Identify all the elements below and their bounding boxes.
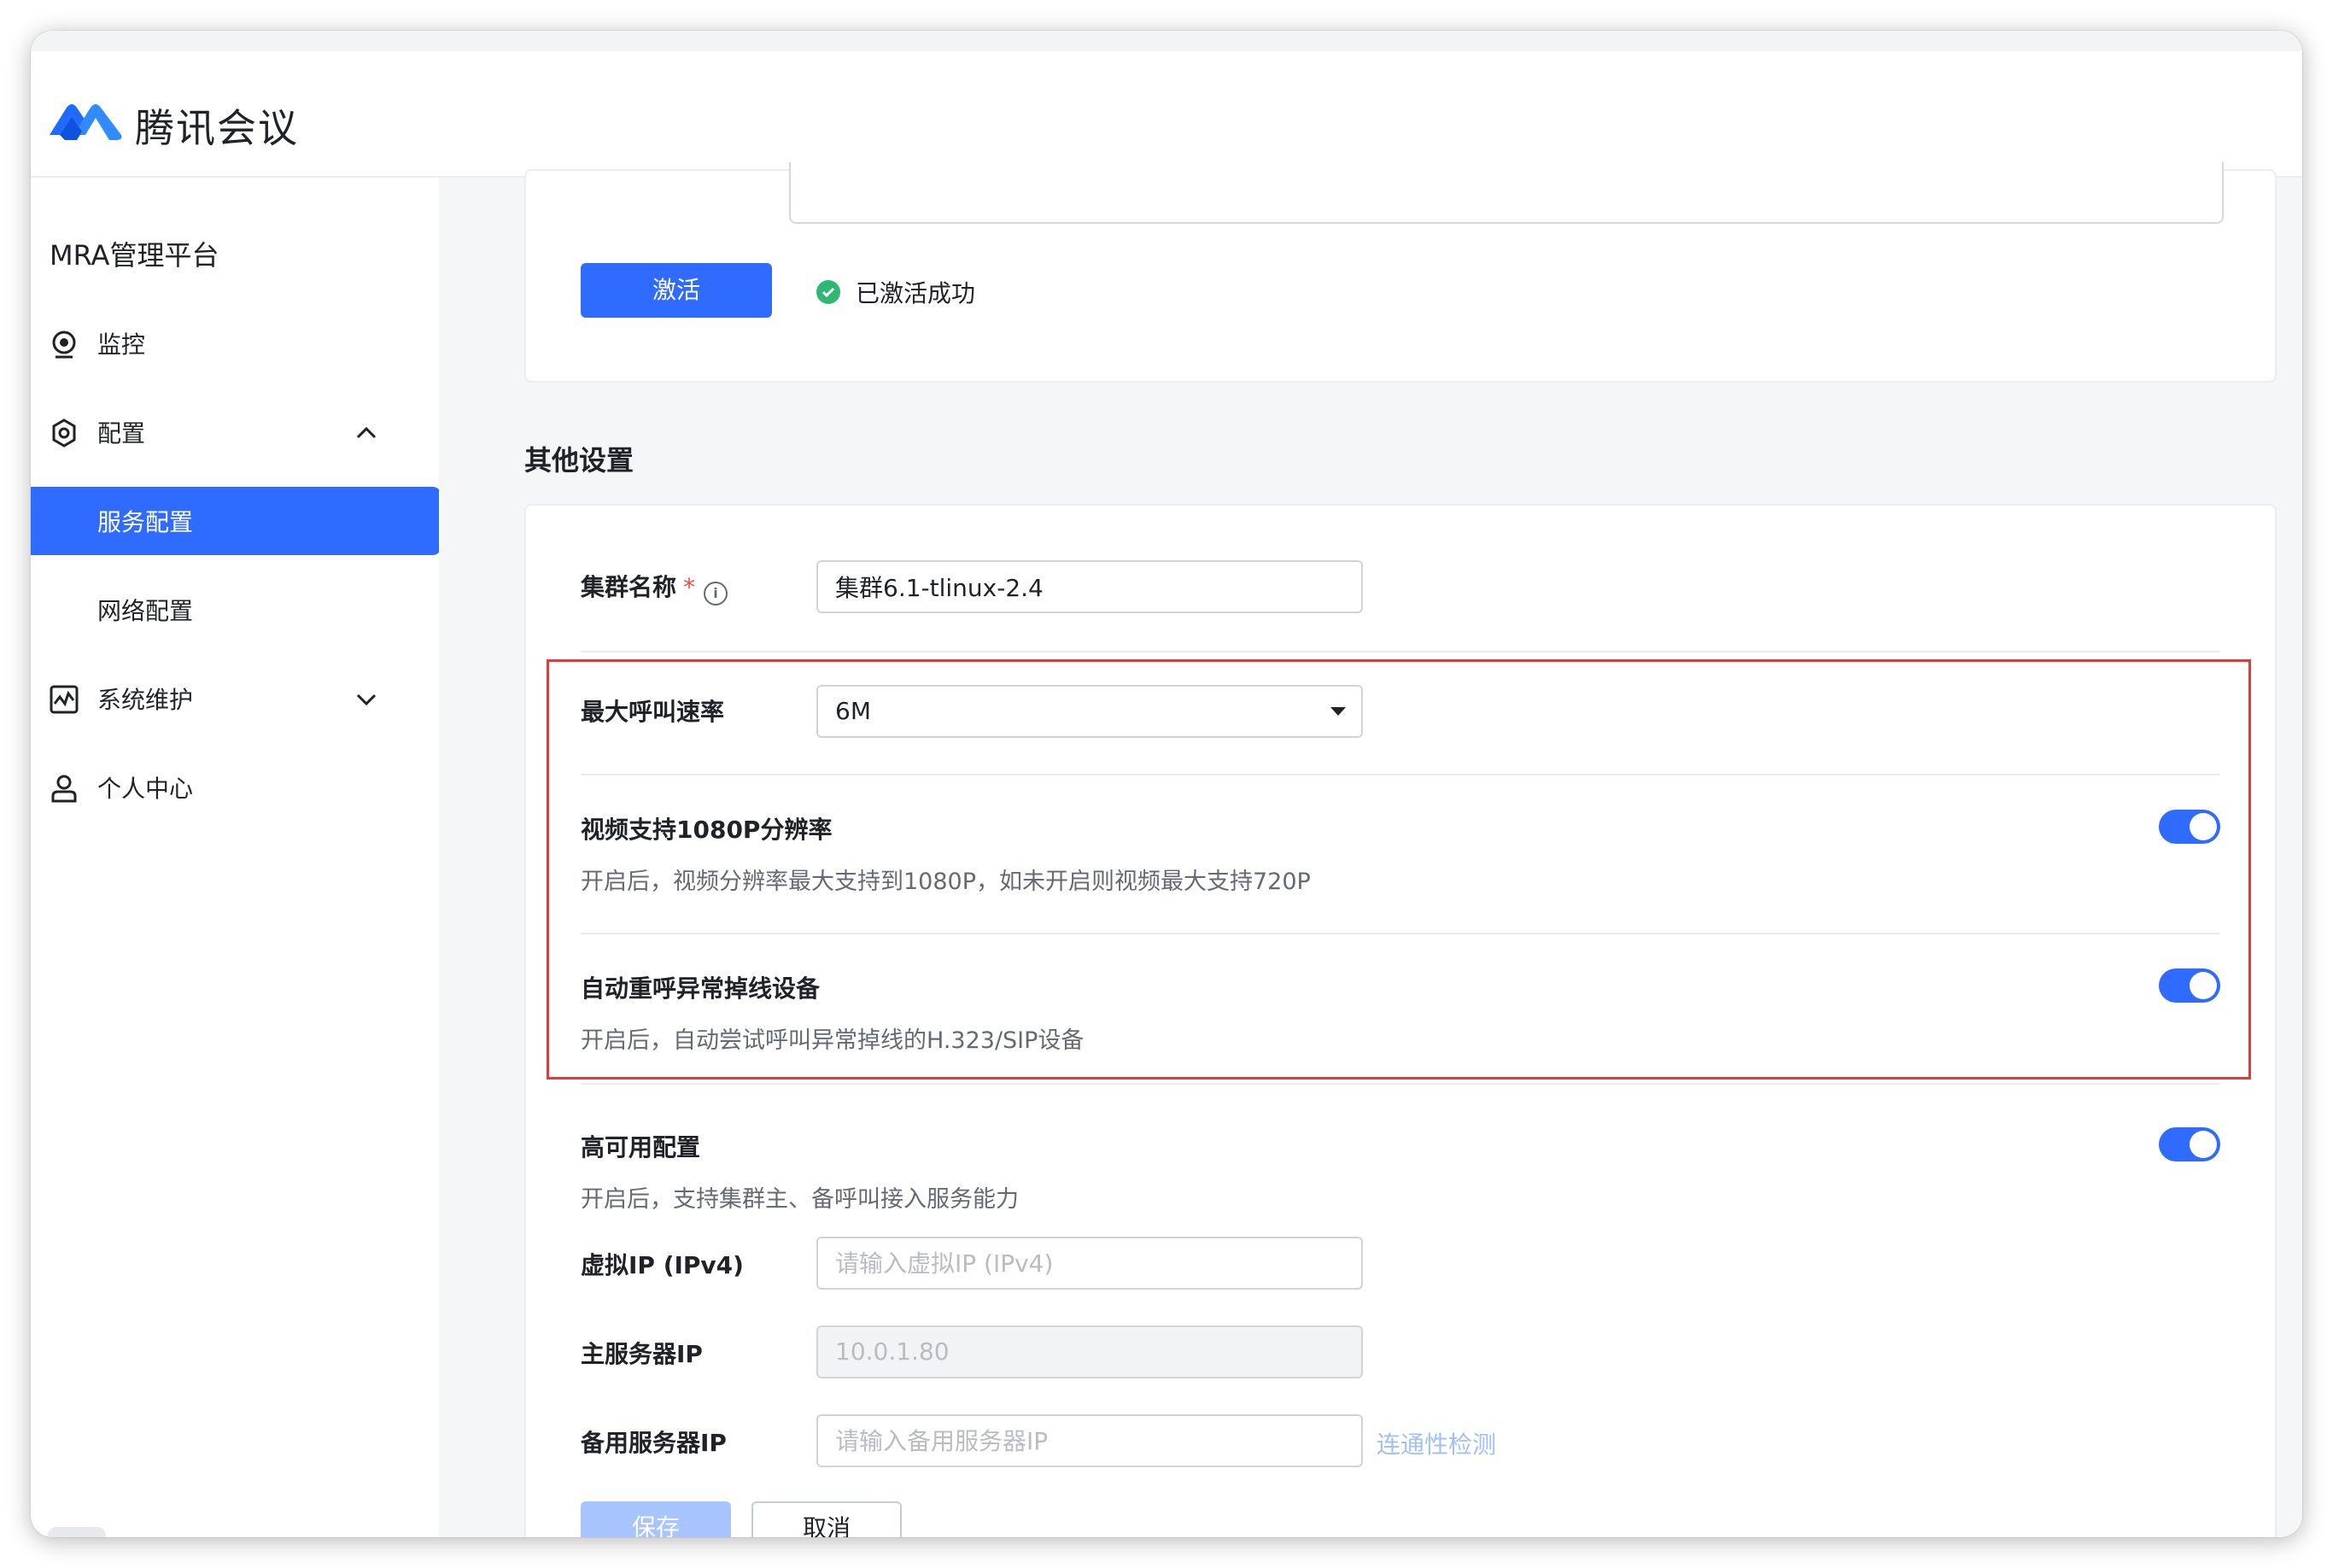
auto-redial-desc: 开启后，自动尝试呼叫异常掉线的H.323/SIP设备 — [581, 1027, 1085, 1054]
sidebar-item-label: 系统维护 — [97, 686, 194, 714]
auto-redial-toggle[interactable] — [2159, 968, 2220, 1003]
backup-ip-input[interactable] — [816, 1414, 1363, 1467]
user-icon — [51, 775, 77, 803]
activation-status-text: 已激活成功 — [856, 279, 976, 307]
chevron-down-icon — [356, 693, 377, 706]
activity-chart-icon — [50, 685, 79, 714]
section-title: 其他设置 — [524, 444, 634, 477]
check-circle-icon — [816, 280, 840, 304]
cluster-name-label: 集群名称 * i — [581, 569, 728, 606]
sidebar-item-config[interactable]: 配置 — [31, 398, 442, 466]
divider — [581, 774, 2220, 775]
sidebar-item-label: 个人中心 — [97, 775, 194, 803]
platform-title: MRA管理平台 — [50, 239, 219, 272]
cluster-name-input[interactable] — [816, 560, 1363, 613]
caret-down-icon — [1330, 707, 1346, 716]
info-icon[interactable]: i — [704, 582, 728, 606]
toggle-knob — [2190, 1131, 2217, 1158]
backup-ip-label: 备用服务器IP — [581, 1429, 727, 1457]
header: 腾讯会议 — [31, 51, 2302, 178]
activation-status: 已激活成功 — [816, 275, 975, 309]
virtual-ip-input[interactable] — [816, 1237, 1363, 1290]
activation-card: 激活 已激活成功 — [524, 162, 2277, 383]
divider — [581, 933, 2220, 934]
scrollbar[interactable] — [48, 1527, 106, 1537]
divider — [581, 1083, 2220, 1085]
sidebar-item-profile[interactable]: 个人中心 — [31, 753, 442, 822]
video-1080p-toggle[interactable] — [2159, 810, 2220, 844]
sidebar-item-label: 监控 — [97, 331, 146, 359]
max-call-rate-select[interactable]: 6M — [816, 685, 1363, 738]
gear-icon — [52, 418, 76, 448]
main-content: 激活 已激活成功 其他设置 集群名称*i 最大呼叫速率 6M — [439, 162, 2302, 1537]
primary-ip-input: 10.0.1.80 — [816, 1325, 1363, 1378]
toggle-knob — [2190, 813, 2217, 840]
sidebar: MRA管理平台 监控 配置 服务配置 网络配置 系统维护 个人中心 — [31, 178, 442, 1537]
sidebar-item-label: 配置 — [97, 419, 146, 448]
save-button[interactable]: 保存 — [581, 1501, 731, 1537]
chevron-up-icon — [356, 426, 377, 439]
max-call-rate-label: 最大呼叫速率 — [581, 698, 725, 726]
sidebar-item-monitor[interactable]: 监控 — [31, 309, 442, 377]
sidebar-item-network-config[interactable]: 网络配置 — [31, 576, 442, 644]
app-name: 腾讯会议 — [135, 105, 299, 151]
sidebar-item-maintenance[interactable]: 系统维护 — [31, 664, 442, 733]
license-textarea[interactable] — [789, 162, 2224, 224]
cancel-button[interactable]: 取消 — [751, 1501, 902, 1537]
title-strip — [31, 31, 2302, 51]
sidebar-item-service-config[interactable]: 服务配置 — [31, 487, 442, 555]
other-settings-card: 集群名称*i 最大呼叫速率 6M 视频支持1080P分辨率 开启后，视频分辨率最… — [524, 504, 2277, 1537]
divider — [581, 651, 2220, 652]
activate-button[interactable]: 激活 — [581, 263, 772, 318]
auto-redial-label: 自动重呼异常掉线设备 — [581, 974, 821, 1003]
monitor-camera-icon — [52, 331, 76, 359]
video-1080p-desc: 开启后，视频分辨率最大支持到1080P，如未开启则视频最大支持720P — [581, 869, 1311, 895]
max-call-rate-value: 6M — [835, 697, 871, 725]
primary-ip-label: 主服务器IP — [581, 1340, 703, 1368]
sidebar-item-label: 服务配置 — [97, 508, 194, 536]
connectivity-test-link[interactable]: 连通性检测 — [1377, 1426, 1496, 1460]
high-availability-label: 高可用配置 — [581, 1133, 701, 1161]
high-availability-desc: 开启后，支持集群主、备呼叫接入服务能力 — [581, 1186, 1019, 1213]
high-availability-toggle[interactable] — [2159, 1127, 2220, 1161]
video-1080p-label: 视频支持1080P分辨率 — [581, 816, 833, 844]
virtual-ip-label: 虚拟IP (IPv4) — [581, 1251, 744, 1279]
app-window: 腾讯会议 MRA管理平台 监控 配置 服务配置 网络配置 系统维护 个人中心 激… — [31, 31, 2302, 1537]
toggle-knob — [2190, 972, 2217, 999]
sidebar-item-label: 网络配置 — [97, 597, 194, 625]
required-mark: * — [683, 573, 696, 601]
tencent-meeting-logo-icon — [50, 104, 122, 140]
